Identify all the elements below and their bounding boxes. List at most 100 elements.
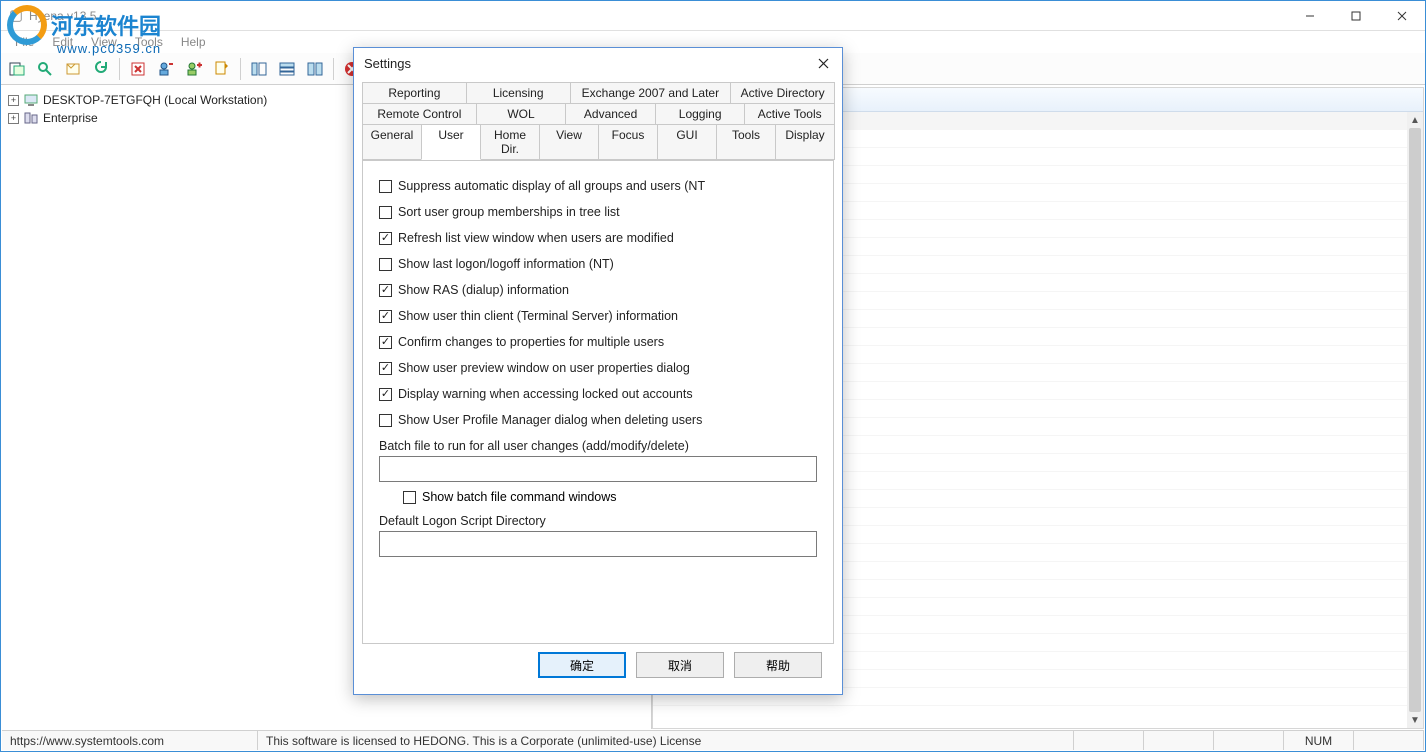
- dialog-titlebar[interactable]: Settings: [354, 48, 842, 78]
- toolbar-view-2[interactable]: [275, 57, 299, 81]
- checkbox-icon[interactable]: [403, 491, 416, 504]
- option-row-9[interactable]: Show User Profile Manager dialog when de…: [379, 413, 817, 427]
- tab-gui[interactable]: GUI: [657, 124, 717, 160]
- menu-file[interactable]: File: [7, 33, 42, 51]
- tab-wol[interactable]: WOL: [476, 103, 567, 124]
- tab-licensing[interactable]: Licensing: [466, 82, 571, 103]
- checkbox-icon[interactable]: [379, 232, 392, 245]
- settings-dialog: Settings Reporting Licensing Exchange 20…: [353, 47, 843, 695]
- tab-view[interactable]: View: [539, 124, 599, 160]
- checkbox-icon[interactable]: [379, 414, 392, 427]
- tab-user[interactable]: User: [421, 124, 481, 160]
- batch-show-window-row[interactable]: Show batch file command windows: [403, 490, 817, 504]
- option-label: Show User Profile Manager dialog when de…: [398, 413, 702, 427]
- status-empty-2: [1144, 731, 1214, 750]
- option-label: Display warning when accessing locked ou…: [398, 387, 693, 401]
- toolbar-btn-2[interactable]: [33, 57, 57, 81]
- batch-file-label: Batch file to run for all user changes (…: [379, 439, 817, 453]
- titlebar: Hyena v13.5: [1, 1, 1425, 31]
- cancel-button[interactable]: 取消: [636, 652, 724, 678]
- menu-edit[interactable]: Edit: [44, 33, 81, 51]
- batch-file-input[interactable]: [379, 456, 817, 482]
- toolbar-btn-7[interactable]: [182, 57, 206, 81]
- maximize-button[interactable]: [1333, 1, 1379, 31]
- toolbar-sep-2: [240, 58, 241, 80]
- toolbar-sep-3: [333, 58, 334, 80]
- tab-reporting[interactable]: Reporting: [362, 82, 467, 103]
- option-row-5[interactable]: Show user thin client (Terminal Server) …: [379, 309, 817, 323]
- tab-exchange[interactable]: Exchange 2007 and Later: [570, 82, 732, 103]
- tab-home-dir[interactable]: Home Dir.: [480, 124, 540, 160]
- scroll-track[interactable]: [1407, 128, 1423, 712]
- toolbar-btn-6[interactable]: [154, 57, 178, 81]
- toolbar-btn-4[interactable]: [89, 57, 113, 81]
- checkbox-icon[interactable]: [379, 362, 392, 375]
- computer-icon: [23, 92, 39, 108]
- toolbar-btn-3[interactable]: [61, 57, 85, 81]
- option-row-0[interactable]: Suppress automatic display of all groups…: [379, 179, 817, 193]
- logon-script-label: Default Logon Script Directory: [379, 514, 817, 528]
- toolbar-btn-5[interactable]: [126, 57, 150, 81]
- option-label: Sort user group memberships in tree list: [398, 205, 620, 219]
- toolbar-btn-8[interactable]: [210, 57, 234, 81]
- option-row-6[interactable]: Confirm changes to properties for multip…: [379, 335, 817, 349]
- status-license: This software is licensed to HEDONG. Thi…: [258, 731, 1074, 750]
- option-row-1[interactable]: Sort user group memberships in tree list: [379, 205, 817, 219]
- batch-sub-label: Show batch file command windows: [422, 490, 617, 504]
- option-label: Show user preview window on user propert…: [398, 361, 690, 375]
- option-label: Show user thin client (Terminal Server) …: [398, 309, 678, 323]
- expand-icon[interactable]: +: [8, 95, 19, 106]
- status-empty-4: [1354, 731, 1424, 750]
- option-row-4[interactable]: Show RAS (dialup) information: [379, 283, 817, 297]
- toolbar-btn-1[interactable]: [5, 57, 29, 81]
- option-row-3[interactable]: Show last logon/logoff information (NT): [379, 257, 817, 271]
- scroll-up-icon[interactable]: ▲: [1407, 112, 1423, 128]
- status-empty-3: [1214, 731, 1284, 750]
- checkbox-icon[interactable]: [379, 284, 392, 297]
- tab-advanced[interactable]: Advanced: [565, 103, 656, 124]
- scroll-thumb[interactable]: [1409, 128, 1421, 712]
- tab-focus[interactable]: Focus: [598, 124, 658, 160]
- checkbox-icon[interactable]: [379, 180, 392, 193]
- option-row-2[interactable]: Refresh list view window when users are …: [379, 231, 817, 245]
- option-row-8[interactable]: Display warning when accessing locked ou…: [379, 387, 817, 401]
- close-button[interactable]: [1379, 1, 1425, 31]
- menu-view[interactable]: View: [83, 33, 125, 51]
- checkbox-icon[interactable]: [379, 336, 392, 349]
- option-label: Refresh list view window when users are …: [398, 231, 674, 245]
- option-label: Show RAS (dialup) information: [398, 283, 569, 297]
- option-label: Confirm changes to properties for multip…: [398, 335, 664, 349]
- tab-active-tools[interactable]: Active Tools: [744, 103, 835, 124]
- logon-script-input[interactable]: [379, 531, 817, 557]
- toolbar-view-1[interactable]: [247, 57, 271, 81]
- option-row-7[interactable]: Show user preview window on user propert…: [379, 361, 817, 375]
- main-window: 河东软件园 www.pc0359.cn Hyena v13.5 File Edi…: [0, 0, 1426, 752]
- dialog-close-button[interactable]: [810, 52, 836, 74]
- menu-tools[interactable]: Tools: [127, 33, 171, 51]
- option-label: Suppress automatic display of all groups…: [398, 179, 705, 193]
- tab-general[interactable]: General: [362, 124, 422, 160]
- checkbox-icon[interactable]: [379, 206, 392, 219]
- tab-content-user: Suppress automatic display of all groups…: [362, 160, 834, 644]
- checkbox-icon[interactable]: [379, 388, 392, 401]
- checkbox-icon[interactable]: [379, 258, 392, 271]
- help-button[interactable]: 帮助: [734, 652, 822, 678]
- status-numlock: NUM: [1284, 731, 1354, 750]
- tab-tools[interactable]: Tools: [716, 124, 776, 160]
- checkbox-icon[interactable]: [379, 310, 392, 323]
- minimize-button[interactable]: [1287, 1, 1333, 31]
- ok-button[interactable]: 确定: [538, 652, 626, 678]
- toolbar-view-3[interactable]: [303, 57, 327, 81]
- tab-active-directory[interactable]: Active Directory: [730, 82, 835, 103]
- window-title: Hyena v13.5: [29, 9, 1417, 23]
- status-url: https://www.systemtools.com: [2, 731, 258, 750]
- vertical-scrollbar[interactable]: ▲ ▼: [1407, 112, 1423, 728]
- tab-logging[interactable]: Logging: [655, 103, 746, 124]
- toolbar-sep: [119, 58, 120, 80]
- tab-display[interactable]: Display: [775, 124, 835, 160]
- app-icon: [9, 9, 23, 23]
- menu-help[interactable]: Help: [173, 33, 214, 51]
- scroll-down-icon[interactable]: ▼: [1407, 712, 1423, 728]
- expand-icon[interactable]: +: [8, 113, 19, 124]
- tab-remote-control[interactable]: Remote Control: [362, 103, 477, 124]
